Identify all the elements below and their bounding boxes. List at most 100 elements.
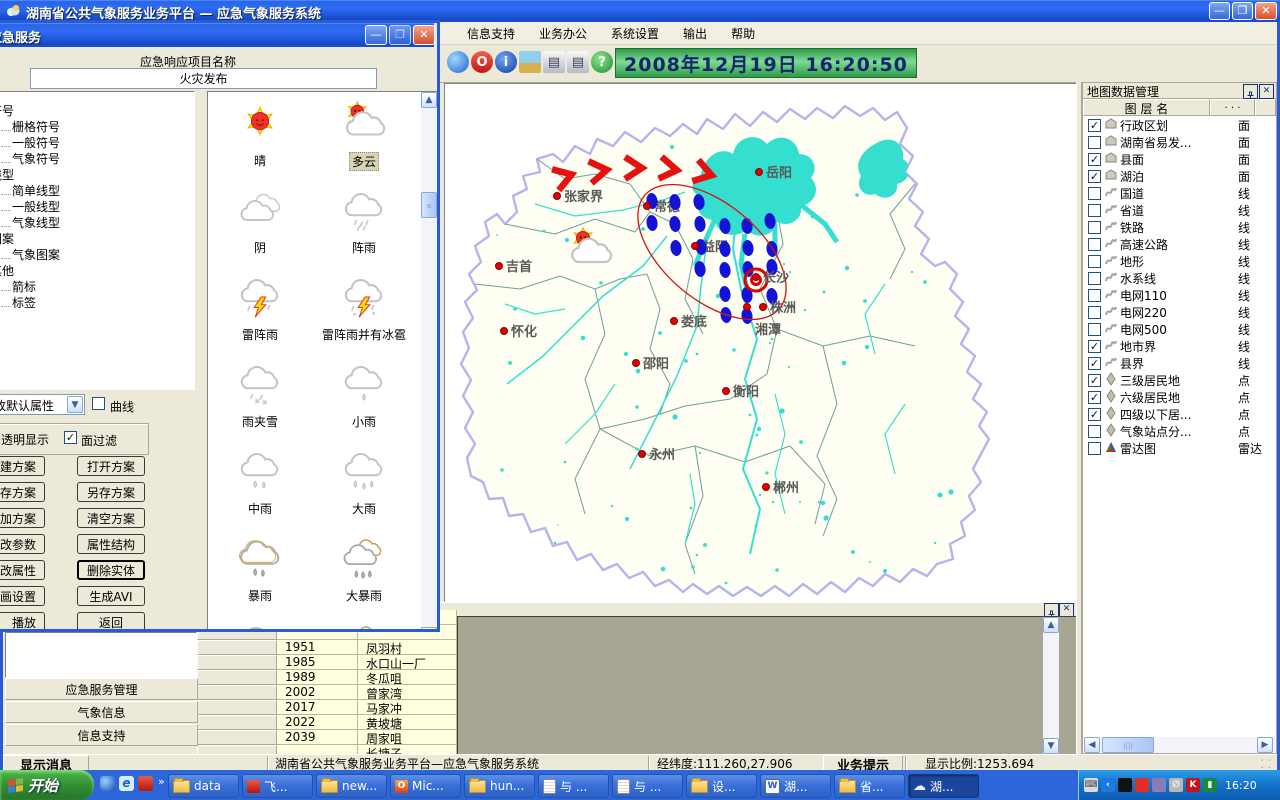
layer-checkbox[interactable] — [1088, 442, 1101, 455]
weather-item-雨夹雪[interactable]: 雨夹雪 — [210, 361, 310, 430]
tree-leaf-栅格符号[interactable]: 栅格符号 — [0, 118, 194, 134]
table-row[interactable]: 2022黄坡塘 — [197, 715, 457, 730]
task-button-new...[interactable]: new... — [316, 774, 387, 798]
quick-launch-overflow-icon[interactable]: » — [158, 775, 165, 788]
map-city-dot-益阳[interactable] — [692, 243, 699, 250]
layer-checkbox[interactable] — [1088, 187, 1101, 200]
qq-icon[interactable] — [1118, 778, 1132, 792]
print-preview-icon[interactable]: ▤ — [567, 51, 589, 73]
map-city-dot-衡阳[interactable] — [723, 388, 730, 395]
weather-item-中雨[interactable]: 中雨 — [210, 448, 310, 517]
layer-checkbox[interactable] — [1088, 136, 1101, 149]
dialog-button-另存方案[interactable]: 另存方案 — [77, 482, 145, 502]
map-city-dot-娄底[interactable] — [671, 318, 678, 325]
layer-checkbox[interactable] — [1088, 221, 1101, 234]
layer-checkbox[interactable]: ✓ — [1088, 340, 1101, 353]
layer-row-电网500[interactable]: 电网500线 — [1084, 321, 1275, 338]
tree-node-3[interactable]: 其他 — [0, 262, 194, 278]
dialog-maximize-button[interactable]: ❐ — [389, 25, 411, 45]
dialog-button-存方案[interactable]: 存方案 — [0, 482, 45, 502]
app-blue-icon[interactable] — [100, 776, 115, 791]
layer-row-铁路[interactable]: 铁路线 — [1084, 219, 1275, 236]
layer-row-湖泊[interactable]: ✓湖泊面 — [1084, 168, 1275, 185]
task-button-与 ...[interactable]: 与 ... — [538, 774, 609, 798]
map-city-dot-株洲[interactable] — [760, 304, 767, 311]
layer-row-高速公路[interactable]: 高速公路线 — [1084, 236, 1275, 253]
nav-item-气象信息[interactable]: 气象信息 — [5, 701, 198, 723]
curve-checkbox[interactable] — [92, 397, 105, 410]
weather-item-阴[interactable]: 阴 — [210, 187, 310, 256]
layer-checkbox[interactable]: ✓ — [1088, 374, 1101, 387]
map-city-dot-张家界[interactable] — [554, 193, 561, 200]
layer-hscrollbar[interactable]: ◀ |||| ▶ — [1084, 737, 1275, 753]
layer-checkbox[interactable]: ✓ — [1088, 153, 1101, 166]
weather-item-阵雨[interactable]: 阵雨 — [314, 187, 414, 256]
face-filter-checkbox[interactable]: ✓ — [64, 431, 77, 444]
default-attr-dropdown[interactable]: 改默认属性 ▼ — [0, 394, 85, 415]
layer-checkbox[interactable]: ✓ — [1088, 170, 1101, 183]
layer-checkbox[interactable]: ✓ — [1088, 357, 1101, 370]
dialog-button-建方案[interactable]: 建方案 — [0, 456, 45, 476]
layer-row-四级以下居...[interactable]: ✓四级以下居...点 — [1084, 406, 1275, 423]
dialog-button-改属性[interactable]: 改属性 — [0, 560, 45, 580]
message-vscrollbar[interactable]: ▲ ▼ — [1043, 617, 1059, 754]
close-panel-icon[interactable]: ✕ — [1059, 603, 1074, 617]
menu-item-系统设置[interactable]: 系统设置 — [599, 22, 671, 45]
resize-grip[interactable]: ⸬ — [1261, 755, 1271, 771]
tree-leaf-气象线型[interactable]: 气象线型 — [0, 214, 194, 230]
chart-icon[interactable]: ▮ — [1203, 778, 1217, 792]
map-city-dot-岳阳[interactable] — [756, 169, 763, 176]
weather-item-大暴雨[interactable]: 大暴雨 — [314, 535, 414, 604]
layer-checkbox[interactable]: ✓ — [1088, 408, 1101, 421]
weather-item-大雨[interactable]: 大雨 — [314, 448, 414, 517]
map-city-dot-吉首[interactable] — [496, 263, 503, 270]
language-icon[interactable]: ‹ — [1101, 778, 1115, 792]
table-row[interactable]: 1951凤羽村 — [197, 640, 457, 655]
layer-row-气象站点分...[interactable]: 气象站点分...点 — [1084, 423, 1275, 440]
layer-row-县面[interactable]: ✓县面面 — [1084, 151, 1275, 168]
stop-icon[interactable]: O — [471, 51, 493, 73]
task-button-data[interactable]: data — [168, 774, 239, 798]
layer-row-六级居民地[interactable]: ✓六级居民地点 — [1084, 389, 1275, 406]
close-button[interactable]: ✕ — [1255, 2, 1277, 20]
tree-leaf-简单线型[interactable]: 简单线型 — [0, 182, 194, 198]
menu-item-帮助[interactable]: 帮助 — [719, 22, 767, 45]
weather-vscrollbar[interactable]: ▲ ≡ ▼ — [421, 92, 437, 632]
weather-item-晴[interactable]: 晴 — [210, 100, 310, 169]
map-city-dot-常德[interactable] — [644, 203, 651, 210]
tree-leaf-一般符号[interactable]: 一般符号 — [0, 134, 194, 150]
layer-row-县界[interactable]: ✓县界线 — [1084, 355, 1275, 372]
weather-item-extra13[interactable] — [314, 622, 414, 632]
table-row[interactable]: 2017马家冲 — [197, 700, 457, 715]
layer-row-水系线[interactable]: 水系线线 — [1084, 270, 1275, 287]
info-icon[interactable]: i — [495, 51, 517, 73]
map-city-dot-郴州[interactable] — [763, 484, 770, 491]
weather-item-小雨[interactable]: 小雨 — [314, 361, 414, 430]
map-city-dot-怀化[interactable] — [501, 328, 508, 335]
layer-close-icon[interactable]: ✕ — [1259, 84, 1274, 99]
task-button-与 ...[interactable]: 与 ... — [612, 774, 683, 798]
kaspersky-icon[interactable]: K — [1186, 778, 1200, 792]
fetion-icon[interactable] — [1135, 778, 1149, 792]
dialog-button-画设置[interactable]: 画设置 — [0, 586, 45, 606]
network-icon[interactable] — [1152, 778, 1166, 792]
dialog-button-打开方案[interactable]: 打开方案 — [77, 456, 145, 476]
column-header-dots[interactable]: . . . — [1210, 99, 1255, 116]
ie-icon[interactable]: e — [119, 776, 134, 791]
weather-symbol-panel[interactable]: 晴多云阴阵雨雷阵雨雷阵雨并有冰雹雨夹雪小雨中雨大雨暴雨大暴雨 ▲ ≡ ▼ — [207, 91, 440, 632]
tree-node-0[interactable]: 符号 — [0, 102, 194, 118]
task-button-湖...[interactable]: ☁湖... — [908, 774, 979, 798]
table-row[interactable]: 2039周家咀 — [197, 730, 457, 745]
print-icon[interactable]: ▤ — [543, 51, 565, 73]
task-button-湖...[interactable]: W湖... — [760, 774, 831, 798]
layer-checkbox[interactable]: ✓ — [1088, 391, 1101, 404]
task-button-飞...[interactable]: 飞... — [242, 774, 313, 798]
globe-icon[interactable] — [447, 51, 469, 73]
tree-node-2[interactable]: 图案 — [0, 230, 194, 246]
menu-item-输出[interactable]: 输出 — [671, 22, 719, 45]
mute-icon[interactable]: ∅ — [1169, 778, 1183, 792]
tree-leaf-一般线型[interactable]: 一般线型 — [0, 198, 194, 214]
project-name-input[interactable] — [30, 68, 377, 89]
layer-row-省道[interactable]: 省道线 — [1084, 202, 1275, 219]
minimize-button[interactable]: — — [1209, 2, 1230, 20]
